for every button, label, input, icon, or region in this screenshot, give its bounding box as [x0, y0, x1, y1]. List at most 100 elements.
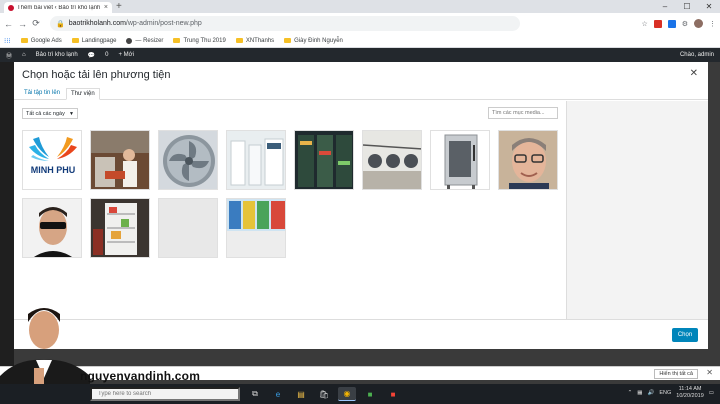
windows-taskbar: ⧉ e ▤ 🛍 ◉ ■ ■ ⌃ ▦ 🔊 ENG 11:14 AM 10/20/2…: [0, 384, 720, 404]
admin-bar-site[interactable]: Bảo trì kho lạnh: [36, 52, 78, 58]
date-filter-select[interactable]: Tất cả các ngày ▼: [22, 108, 78, 119]
edge-icon[interactable]: e: [269, 387, 287, 401]
new-tab-icon[interactable]: +: [116, 1, 122, 12]
media-item-photo[interactable]: [226, 130, 286, 190]
media-item-photo[interactable]: [22, 198, 82, 258]
profile-avatar[interactable]: [694, 19, 703, 28]
system-tray: ⌃ ▦ 🔊 ENG 11:14 AM 10/20/2019 ▭: [628, 386, 714, 400]
bookmarks-bar: ⁝⁝⁝ Google Ads Landingpage — Resizer Tru…: [0, 34, 720, 48]
drinks-cooler-photo: [227, 199, 285, 257]
app-icon[interactable]: ■: [384, 387, 402, 401]
task-view-icon[interactable]: ⧉: [246, 387, 264, 401]
admin-greeting[interactable]: Chào, admin: [680, 52, 714, 58]
folder-icon: [284, 38, 292, 43]
chevron-up-icon[interactable]: ⌃: [628, 390, 633, 396]
media-item-photo[interactable]: [90, 130, 150, 190]
extension-icon[interactable]: [653, 19, 662, 28]
bookmark-label: Trung Thu 2019: [183, 37, 226, 44]
cold-room-photo: [227, 131, 285, 189]
bookmark-item[interactable]: Giày Đinh Nguyễn: [284, 38, 343, 44]
media-search-input[interactable]: [488, 107, 558, 119]
wordpress-icon[interactable]: Ⓦ: [6, 51, 12, 60]
forward-icon[interactable]: →: [18, 19, 27, 29]
show-all-button[interactable]: Hiển thị tất cả: [654, 369, 698, 379]
address-toolbar: ← → ⟳ 🔒 baotrikholanh.com/wp-admin/post-…: [0, 13, 720, 34]
logo-image: MINH PHU: [29, 137, 77, 175]
display-fridge-photo: [295, 131, 353, 189]
url-path: /wp-admin/post-new.php: [125, 20, 202, 27]
home-icon[interactable]: ⌂: [22, 52, 26, 58]
media-item-photo[interactable]: [430, 130, 490, 190]
media-item-photo[interactable]: [294, 130, 354, 190]
volume-icon[interactable]: 🔊: [647, 390, 654, 396]
modal-tabs: Tải tập tin lên Thư viện: [14, 86, 708, 100]
star-icon[interactable]: ☆: [641, 20, 647, 28]
network-icon[interactable]: ▦: [637, 390, 642, 396]
clock[interactable]: 11:14 AM 10/20/2019: [676, 386, 704, 400]
media-item-photo[interactable]: [226, 198, 286, 258]
notifications-icon[interactable]: ▭: [709, 390, 714, 396]
folder-icon: [71, 38, 79, 43]
clock-date: 10/20/2019: [676, 393, 704, 399]
media-item-photo[interactable]: [158, 130, 218, 190]
toolbar-extensions: ☆ ⚙ ⋮: [641, 19, 716, 28]
maximize-icon[interactable]: ☐: [676, 0, 698, 13]
menu-icon[interactable]: ⋮: [709, 20, 716, 28]
taskbar-search-input[interactable]: [90, 387, 240, 401]
close-window-icon[interactable]: ✕: [698, 0, 720, 13]
tab-library[interactable]: Thư viện: [66, 88, 100, 100]
media-item-photo[interactable]: [90, 198, 150, 258]
reload-icon[interactable]: ⟳: [32, 18, 40, 29]
bookmark-item[interactable]: Google Ads: [20, 37, 62, 44]
folder-icon: [235, 38, 243, 43]
lock-icon: 🔒: [56, 20, 65, 28]
media-item-photo[interactable]: [362, 130, 422, 190]
bookmark-item[interactable]: Trung Thu 2019: [173, 37, 226, 44]
language-indicator[interactable]: ENG: [659, 390, 671, 396]
bookmark-label: XNThanhs: [245, 37, 275, 44]
window-controls: – ☐ ✕: [654, 0, 720, 13]
bookmark-label: Giày Đinh Nguyễn: [294, 37, 343, 44]
close-modal-icon[interactable]: ✕: [690, 68, 698, 79]
address-bar[interactable]: 🔒 baotrikholanh.com/wp-admin/post-new.ph…: [50, 16, 520, 31]
open-fridge-photo: [91, 199, 149, 257]
chrome-icon[interactable]: ◉: [338, 387, 356, 401]
bookmark-item[interactable]: Landingpage: [71, 37, 117, 44]
fan-photo: [159, 131, 217, 189]
media-item-photo[interactable]: [498, 130, 558, 190]
close-icon[interactable]: ✕: [706, 368, 713, 377]
media-item-placeholder[interactable]: [158, 198, 218, 258]
url-domain: baotrikholanh.com: [68, 20, 126, 27]
back-icon[interactable]: ←: [4, 19, 13, 29]
file-explorer-icon[interactable]: ▤: [292, 387, 310, 401]
extension-icon[interactable]: [667, 19, 676, 28]
chevron-down-icon: ▼: [69, 110, 74, 117]
puzzle-icon[interactable]: ⚙: [682, 20, 688, 28]
bookmark-item[interactable]: XNThanhs: [235, 37, 275, 44]
comments-count[interactable]: 0: [105, 52, 108, 58]
apps-shortcut[interactable]: ⁝⁝⁝: [4, 37, 11, 45]
close-tab-icon[interactable]: ×: [104, 4, 108, 11]
minimize-icon[interactable]: –: [654, 0, 676, 13]
store-icon[interactable]: 🛍: [315, 387, 333, 401]
compressor-photo: [363, 131, 421, 189]
browser-tab[interactable]: Thêm bài viết ‹ Bảo trì kho lạnh ×: [4, 2, 112, 13]
modal-title: Chọn hoặc tải lên phương tiện: [22, 69, 171, 81]
tab-upload[interactable]: Tải tập tin lên: [20, 88, 64, 100]
kitchen-photo: [91, 131, 149, 189]
comments-icon[interactable]: 💬: [88, 52, 95, 59]
bookmark-label: Landingpage: [81, 37, 117, 44]
app-icon[interactable]: ■: [361, 387, 379, 401]
modal-toolbar: Chọn: [14, 319, 708, 349]
globe-icon: [126, 37, 133, 44]
taskbar-apps: ⧉ e ▤ 🛍 ◉ ■ ■: [246, 387, 402, 401]
media-modal: Chọn hoặc tải lên phương tiện ✕ Tải tập …: [14, 62, 708, 349]
bookmark-label: Google Ads: [30, 37, 62, 44]
select-button[interactable]: Chọn: [672, 328, 698, 342]
bookmark-item[interactable]: — Resizer: [126, 37, 163, 44]
new-content-button[interactable]: + Mới: [119, 52, 134, 58]
url-text: baotrikholanh.com/wp-admin/post-new.php: [69, 20, 202, 27]
folder-icon: [20, 38, 28, 43]
brand-watermark: nguyenvandinh.com: [80, 369, 201, 383]
media-item-logo[interactable]: MINH PHU: [22, 130, 82, 190]
